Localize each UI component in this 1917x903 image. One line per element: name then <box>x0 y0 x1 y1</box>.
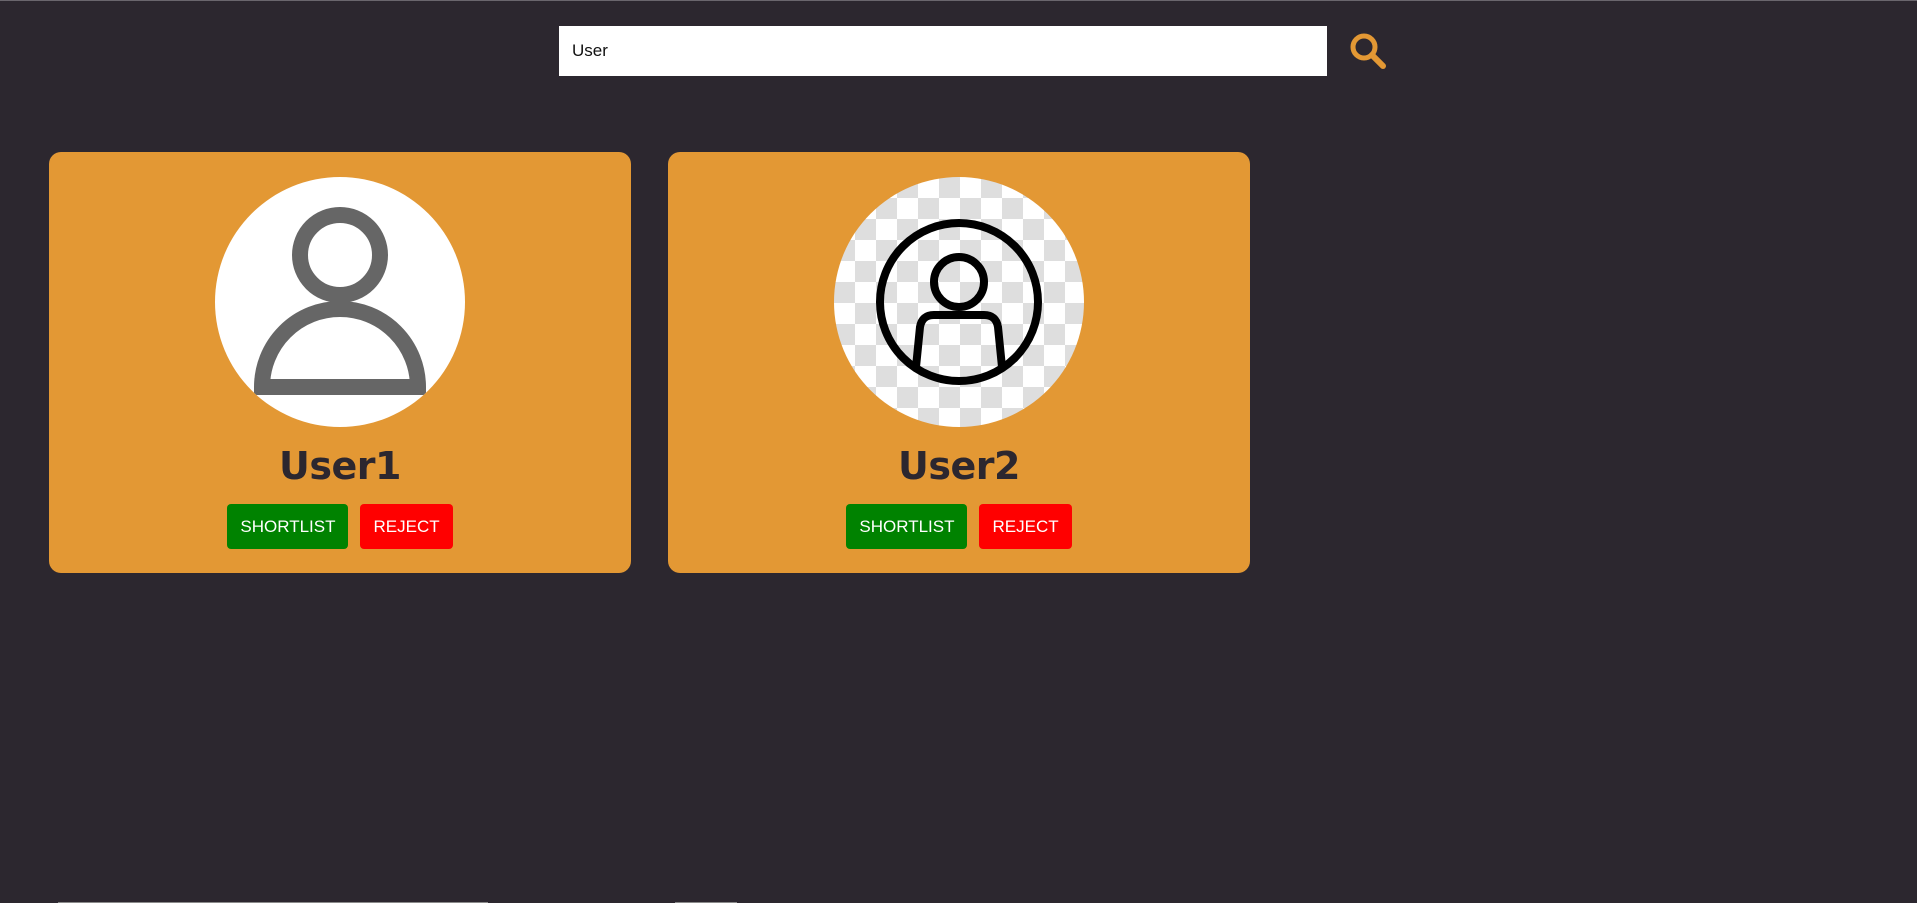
reject-button[interactable]: REJECT <box>360 504 453 549</box>
candidate-card: User2 SHORTLIST REJECT <box>668 152 1250 573</box>
page: User1 SHORTLIST REJECT User2 SHORTLIST R… <box>0 0 1917 903</box>
user-outline-icon <box>253 207 427 395</box>
card-actions: SHORTLIST REJECT <box>49 504 631 549</box>
candidate-card: User1 SHORTLIST REJECT <box>49 152 631 573</box>
card-actions: SHORTLIST REJECT <box>668 504 1250 549</box>
search-icon <box>1350 33 1386 69</box>
candidate-list: User1 SHORTLIST REJECT User2 SHORTLIST R… <box>49 152 1250 573</box>
reject-button[interactable]: REJECT <box>979 504 1072 549</box>
search-button[interactable] <box>1348 31 1388 71</box>
search-input[interactable] <box>559 26 1327 76</box>
avatar <box>834 177 1084 427</box>
candidate-name: User1 <box>279 444 401 488</box>
avatar <box>215 177 465 427</box>
shortlist-button[interactable]: SHORTLIST <box>846 504 968 549</box>
candidate-name: User2 <box>898 444 1020 488</box>
user-circle-icon <box>876 219 1042 385</box>
shortlist-button[interactable]: SHORTLIST <box>227 504 349 549</box>
